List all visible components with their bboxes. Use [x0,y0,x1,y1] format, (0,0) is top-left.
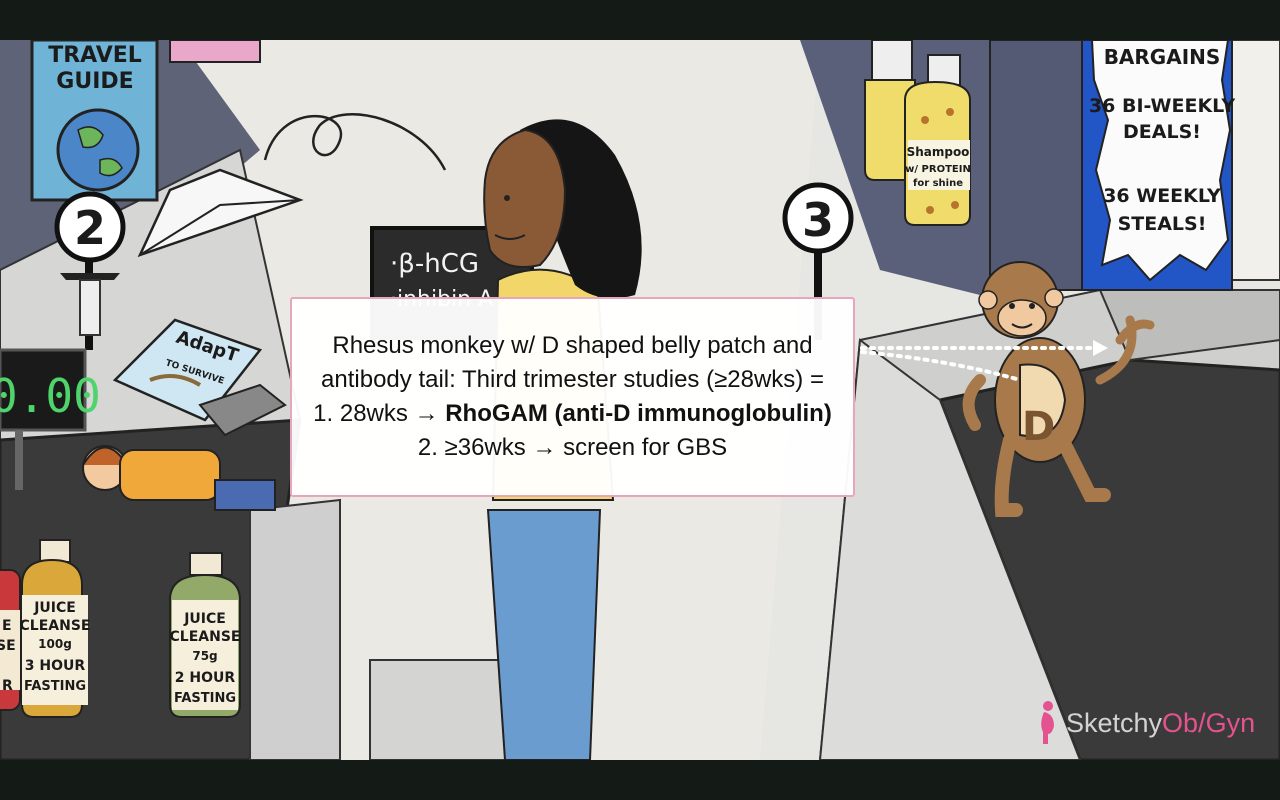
svg-text:0.00: 0.00 [0,369,101,423]
svg-text:GUIDE: GUIDE [56,69,133,94]
juice-bottle-edge: E SE R [0,569,21,711]
svg-text:36 BI-WEEKLY: 36 BI-WEEKLY [1089,95,1235,117]
svg-text:FASTING: FASTING [174,691,236,706]
svg-text:CLEANSE: CLEANSE [20,618,91,634]
svg-text:JUICE: JUICE [183,611,226,627]
monkey-belly-letter: D [1022,404,1056,450]
caption-bold: RhoGAM (anti-D immunoglobulin) [445,400,832,427]
svg-text:36 WEEKLY: 36 WEEKLY [1103,185,1221,207]
svg-text:CLEANSE: CLEANSE [170,629,241,645]
svg-text:JUICE: JUICE [33,600,76,616]
svg-text:75g: 75g [192,649,217,663]
svg-text:3 HOUR: 3 HOUR [25,658,86,674]
brand-prefix: Sketchy [1066,707,1163,738]
svg-text:STEALS!: STEALS! [1118,213,1207,235]
brand-suffix: Ob/Gyn [1162,707,1256,738]
svg-text:2: 2 [74,201,106,255]
caption-line-2: 2. ≥36wks → screen for GBS [417,434,728,461]
svg-text:BARGAINS: BARGAINS [1104,45,1221,69]
svg-text:SE: SE [0,638,16,654]
bargains-sign: BARGAINS 36 BI-WEEKLY DEALS! 36 WEEKLY S… [1081,40,1235,291]
svg-text:·β-hCG: ·β-hCG [390,249,479,279]
svg-text:3: 3 [802,193,834,247]
pregnant-figure-icon [1041,701,1054,744]
video-frame: TRAVEL GUIDE 2 0.00 AdapT TO SURVIVE E S… [0,0,1280,800]
svg-text:2 HOUR: 2 HOUR [175,670,236,686]
svg-text:w/ PROTEIN: w/ PROTEIN [905,164,971,175]
caption-text: Rhesus monkey w/ D shaped belly patch an… [310,329,835,465]
svg-text:100g: 100g [38,637,72,651]
letterbox-top [0,0,1280,40]
letterbox-bottom [0,760,1280,800]
brand-watermark: Sketchy Ob/Gyn [1038,698,1255,748]
svg-text:R: R [2,678,13,694]
svg-text:E: E [2,618,12,634]
svg-text:Shampoo: Shampoo [907,145,970,159]
caption-box: Rhesus monkey w/ D shaped belly patch an… [290,297,855,497]
svg-text:TRAVEL: TRAVEL [48,43,142,68]
svg-text:for shine: for shine [913,178,963,189]
svg-text:FASTING: FASTING [24,679,86,694]
svg-text:DEALS!: DEALS! [1123,121,1201,143]
